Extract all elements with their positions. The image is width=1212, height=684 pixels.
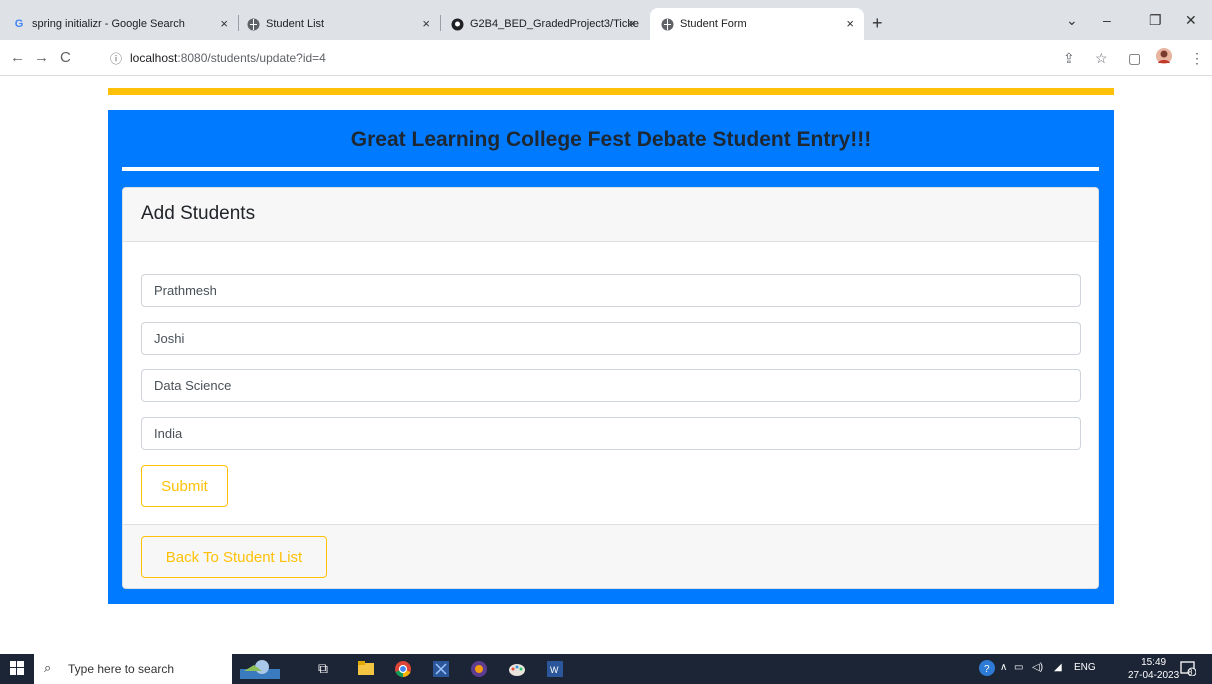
student-form-card: Add Students Submit Back To Student List <box>122 187 1099 589</box>
app-icon[interactable] <box>432 660 450 681</box>
title-divider <box>122 167 1099 171</box>
globe-icon <box>660 17 674 31</box>
tab-student-form[interactable]: Student Form × <box>650 8 864 40</box>
close-tab-icon[interactable]: × <box>422 16 430 31</box>
battery-icon[interactable]: ▭ <box>1014 662 1023 673</box>
close-window-icon[interactable]: ✕ <box>1185 12 1197 29</box>
google-icon: G <box>14 18 24 30</box>
bookmark-star-icon[interactable]: ☆ <box>1095 50 1108 67</box>
card-footer: Back To Student List <box>123 524 1098 588</box>
forward-icon[interactable]: → <box>34 49 49 66</box>
language-indicator[interactable]: ENG <box>1074 662 1096 673</box>
notification-count-badge: 8 <box>1188 668 1193 677</box>
browser-tab-strip: G spring initializr - Google Search × St… <box>0 0 1212 40</box>
tab-google-search[interactable]: G spring initializr - Google Search × <box>12 8 238 40</box>
back-to-student-list-button[interactable]: Back To Student List <box>141 536 327 578</box>
profile-avatar-icon[interactable] <box>1156 48 1172 67</box>
close-tab-icon[interactable]: × <box>628 16 636 31</box>
clock-time: 15:49 <box>1141 657 1167 668</box>
top-accent-bar <box>108 88 1114 95</box>
tab-github[interactable]: G2B4_BED_GradedProject3/Ticke × <box>450 8 646 40</box>
tab-search-chevron-icon[interactable]: ⌄ <box>1066 12 1078 29</box>
url-text: localhost:8080/students/update?id=4 <box>130 51 326 65</box>
show-hidden-icons-icon[interactable]: ∧ <box>1000 662 1007 673</box>
volume-icon[interactable]: ◁) <box>1032 662 1043 673</box>
share-icon[interactable]: ⇪ <box>1063 50 1075 67</box>
form-container: Great Learning College Fest Debate Stude… <box>108 110 1114 604</box>
restore-icon[interactable]: ❐ <box>1149 12 1162 29</box>
last-name-input[interactable] <box>141 322 1081 355</box>
svg-text:?: ? <box>984 664 990 675</box>
clock-date: 27-04-2023 <box>1128 670 1180 681</box>
submit-button[interactable]: Submit <box>141 465 228 507</box>
svg-text:W: W <box>550 665 559 675</box>
card-title: Add Students <box>141 203 256 224</box>
close-tab-icon[interactable]: × <box>220 16 228 31</box>
file-explorer-icon[interactable] <box>358 661 374 678</box>
new-tab-icon[interactable]: + <box>872 13 883 34</box>
word-icon[interactable]: W <box>546 660 564 681</box>
search-placeholder: Type here to search <box>68 662 175 676</box>
search-icon: ⌕ <box>44 660 52 675</box>
department-input[interactable] <box>141 369 1081 402</box>
menu-kebab-icon[interactable]: ⋮ <box>1190 50 1204 67</box>
side-panel-icon[interactable]: ▢ <box>1128 50 1141 67</box>
eclipse-icon[interactable] <box>470 660 488 681</box>
tab-separator <box>440 15 441 31</box>
page-title: Great Learning College Fest Debate Stude… <box>350 128 872 151</box>
address-bar[interactable]: ⓘ localhost:8080/students/update?id=4 <box>100 45 1100 71</box>
chrome-icon[interactable] <box>394 660 412 681</box>
network-icon[interactable]: ◢ <box>1054 662 1062 673</box>
first-name-input[interactable] <box>141 274 1081 307</box>
globe-icon <box>246 17 260 31</box>
back-icon[interactable]: ← <box>10 49 25 66</box>
taskbar-search-box[interactable]: ⌕ Type here to search <box>34 654 232 684</box>
card-header: Add Students <box>123 188 1098 242</box>
tab-title: spring initializr - Google Search <box>32 18 185 30</box>
reload-icon[interactable]: C <box>60 49 71 66</box>
tab-title: Student List <box>266 18 325 30</box>
paint-icon[interactable] <box>508 660 526 681</box>
browser-toolbar: ← → C ⓘ localhost:8080/students/update?i… <box>0 40 1212 76</box>
windows-start-icon[interactable] <box>10 661 24 678</box>
close-tab-icon[interactable]: × <box>846 16 854 31</box>
tab-student-list[interactable]: Student List × <box>246 8 440 40</box>
tab-title: Student Form <box>680 18 747 30</box>
site-info-icon[interactable]: ⓘ <box>110 50 122 67</box>
help-icon[interactable]: ? <box>979 660 995 679</box>
task-view-icon[interactable]: ⧉ <box>318 660 328 677</box>
country-input[interactable] <box>141 417 1081 450</box>
weather-widget-icon[interactable] <box>240 657 280 684</box>
windows-taskbar: ⌕ Type here to search ⧉ W ? ∧ ▭ ◁) ◢ ENG… <box>0 654 1212 684</box>
github-icon <box>450 17 464 31</box>
system-clock[interactable]: 15:49 27-04-2023 <box>1128 656 1179 682</box>
tab-title: G2B4_BED_GradedProject3/Ticke <box>470 18 639 30</box>
tab-separator <box>238 15 239 31</box>
minimize-icon[interactable]: – <box>1103 12 1111 28</box>
